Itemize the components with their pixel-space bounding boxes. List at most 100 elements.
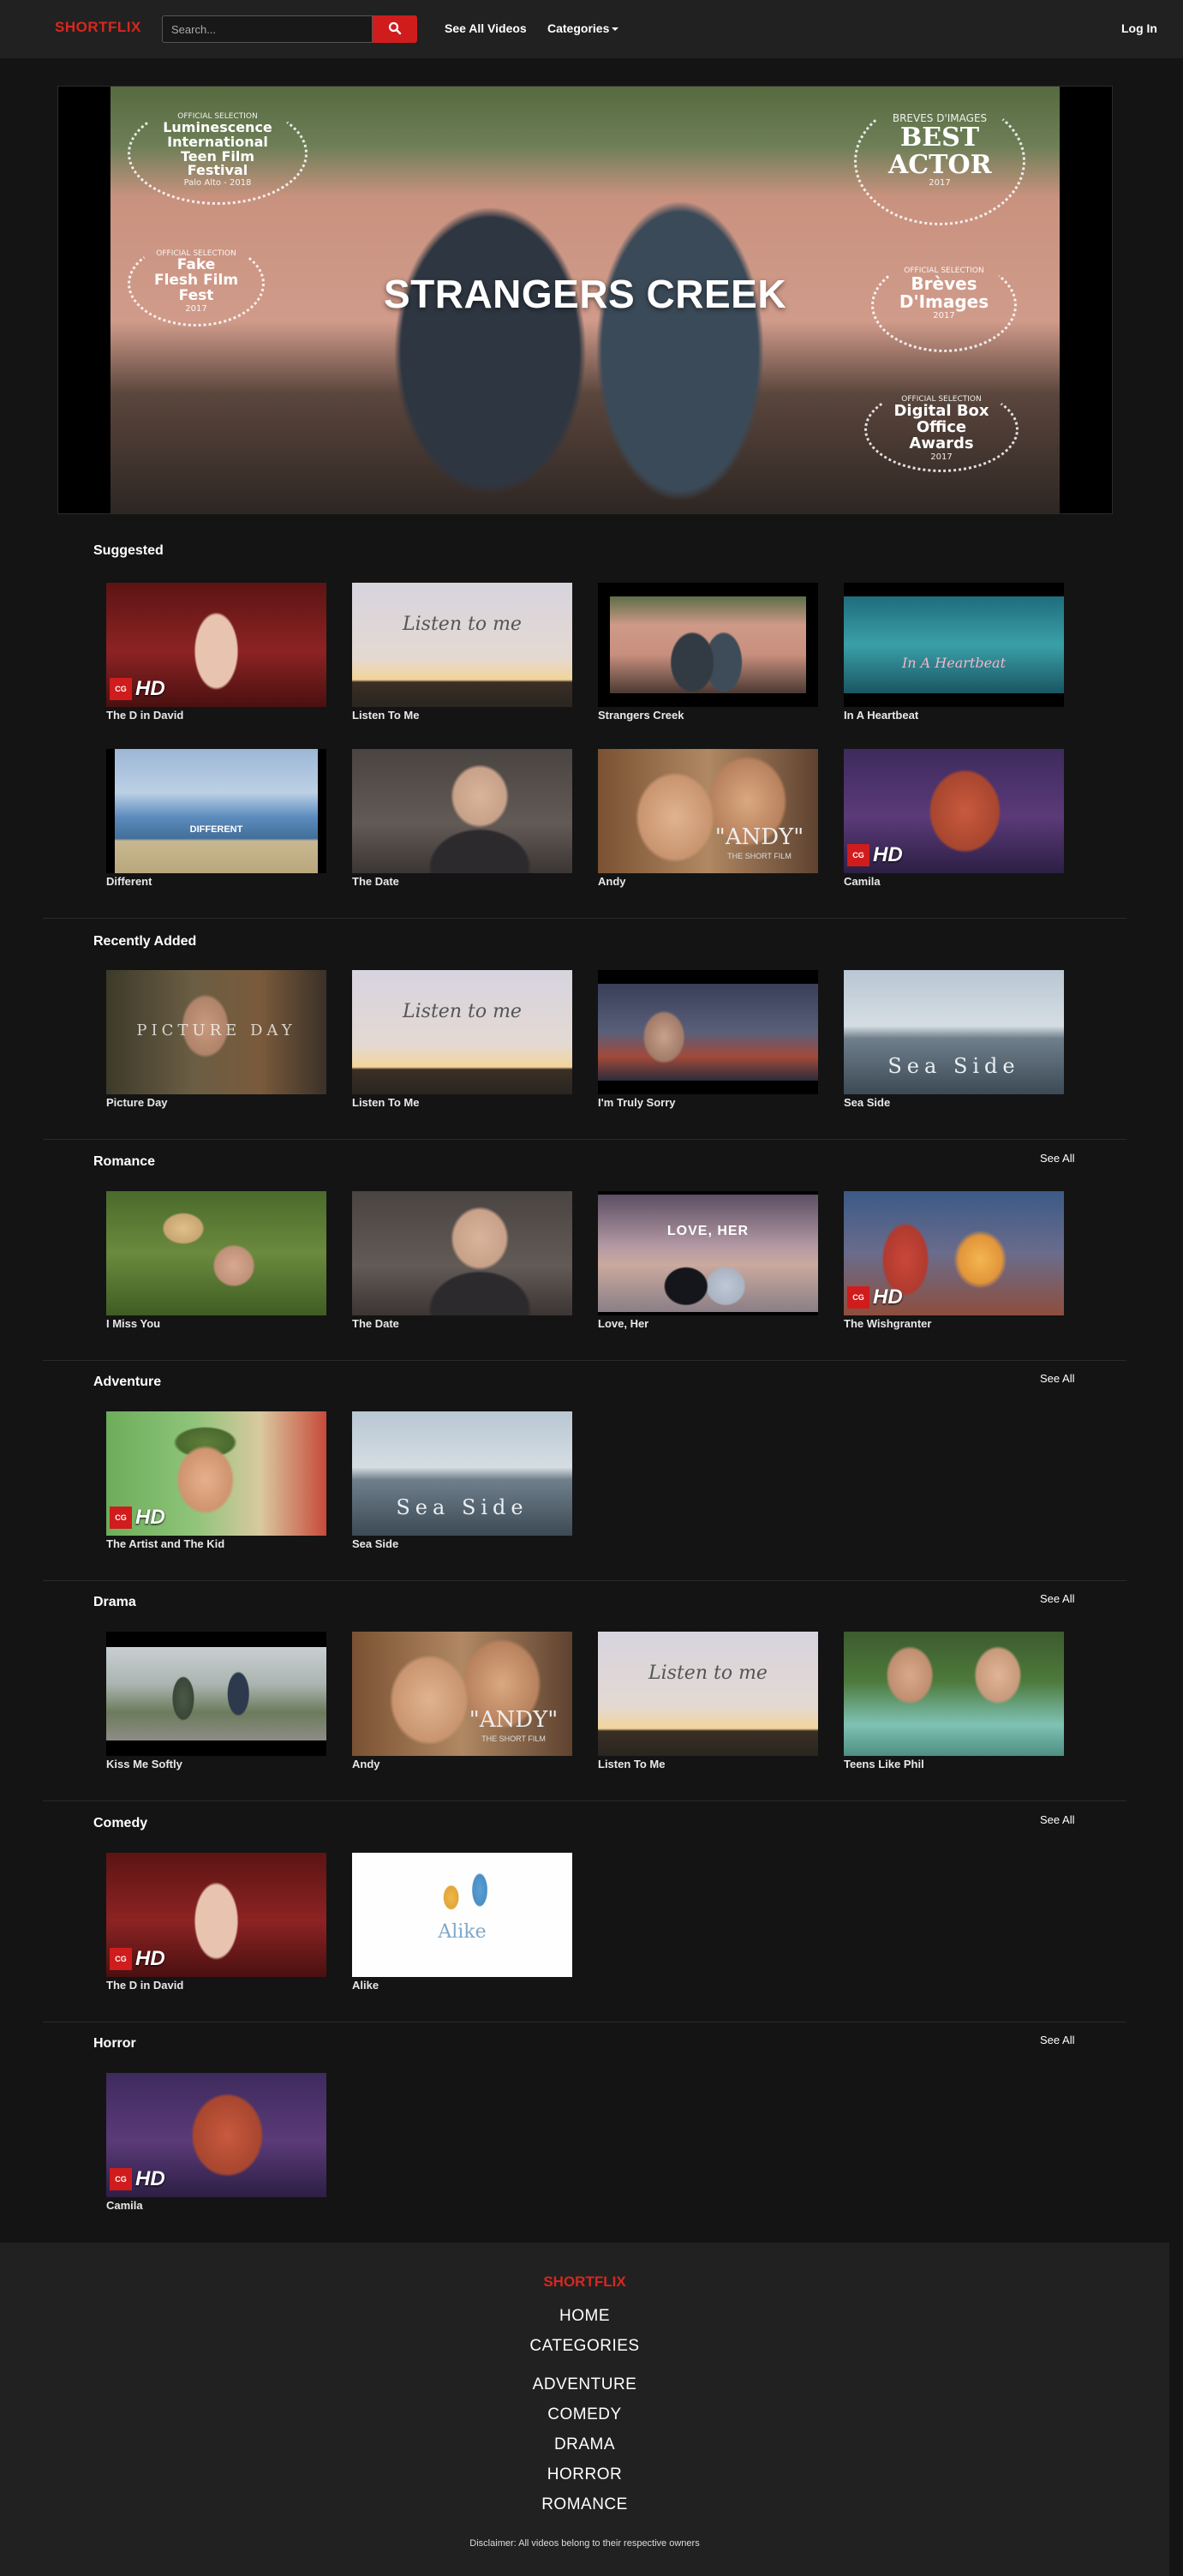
hero-banner[interactable]: OFFICIAL SELECTION Luminescence Internat… [57, 86, 1113, 514]
video-title[interactable]: Teens Like Phil [844, 1758, 1064, 1770]
see-all-horror-link[interactable]: See All [1040, 2034, 1074, 2046]
footer-link-home[interactable]: HOME [0, 2307, 1169, 2326]
footer-link-drama[interactable]: DRAMA [0, 2435, 1169, 2454]
video-thumbnail: Alike [352, 1853, 572, 1977]
video-title[interactable]: In A Heartbeat [844, 709, 1064, 722]
footer-link-comedy[interactable]: COMEDY [0, 2405, 1169, 2424]
section-title-adventure: Adventure [93, 1375, 162, 1389]
video-title[interactable]: I'm Truly Sorry [598, 1096, 818, 1109]
video-card-sea-side[interactable]: Sea Side Sea Side [844, 970, 1064, 1109]
video-title[interactable]: The Artist and The Kid [106, 1537, 326, 1550]
video-card-the-d-in-david[interactable]: CG HD The D in David [106, 583, 326, 722]
categories-dropdown[interactable]: Categories [547, 21, 619, 35]
cg-hd-badge: CG HD [847, 843, 903, 866]
laurel-digital-box-office: OFFICIAL SELECTION Digital Box Office Aw… [864, 386, 1019, 472]
video-title[interactable]: Sea Side [844, 1096, 1064, 1109]
video-thumbnail [352, 749, 572, 873]
video-thumbnail: CG HD [106, 2073, 326, 2197]
video-card-different[interactable]: DIFFERENT Different [106, 749, 326, 888]
video-card-the-date-2[interactable]: The Date [352, 1191, 572, 1330]
video-card-kiss-me-softly[interactable]: Kiss Me Softly [106, 1632, 326, 1770]
video-thumbnail [598, 970, 818, 1094]
section-title-drama: Drama [93, 1595, 136, 1609]
section-divider [43, 1580, 1126, 1581]
video-title[interactable]: Kiss Me Softly [106, 1758, 326, 1770]
video-title[interactable]: Listen To Me [352, 709, 572, 722]
search-input[interactable] [162, 15, 373, 43]
video-card-the-d-in-david-2[interactable]: CG HD The D in David [106, 1853, 326, 1992]
video-card-in-a-heartbeat[interactable]: In A Heartbeat In A Heartbeat [844, 583, 1064, 722]
brand-logo[interactable]: SHORTFLIX [55, 19, 141, 36]
footer-disclaimer: Disclaimer: All videos belong to their r… [469, 2538, 700, 2549]
video-card-the-wishgranter[interactable]: CG HD The Wishgranter [844, 1191, 1064, 1330]
video-card-camila[interactable]: CG HD Camila [844, 749, 1064, 888]
video-card-andy[interactable]: "ANDY" THE SHORT FILM Andy [598, 749, 818, 888]
footer-link-horror[interactable]: HORROR [0, 2465, 1169, 2484]
video-card-the-date[interactable]: The Date [352, 749, 572, 888]
login-link[interactable]: Log In [1121, 21, 1157, 35]
search-button[interactable] [373, 15, 417, 43]
video-title[interactable]: Listen To Me [598, 1758, 818, 1770]
video-thumbnail: Listen to me [352, 583, 572, 707]
video-title[interactable]: Alike [352, 1979, 572, 1992]
video-card-listen-to-me-3[interactable]: Listen to me Listen To Me [598, 1632, 818, 1770]
top-navbar: SHORTFLIX See All Videos Categories Log … [0, 0, 1183, 58]
see-all-comedy-link[interactable]: See All [1040, 1813, 1074, 1826]
video-card-alike[interactable]: Alike Alike [352, 1853, 572, 1992]
video-card-im-truly-sorry[interactable]: I'm Truly Sorry [598, 970, 818, 1109]
video-card-andy-2[interactable]: "ANDY" THE SHORT FILM Andy [352, 1632, 572, 1770]
see-all-adventure-link[interactable]: See All [1040, 1372, 1074, 1385]
footer-link-categories[interactable]: CATEGORIES [0, 2337, 1169, 2356]
video-title[interactable]: The D in David [106, 1979, 326, 1992]
video-thumbnail [106, 1632, 326, 1756]
cg-hd-badge: CG HD [110, 1506, 165, 1529]
video-card-listen-to-me-2[interactable]: Listen to me Listen To Me [352, 970, 572, 1109]
video-title[interactable]: Camila [106, 2199, 326, 2212]
video-title[interactable]: The D in David [106, 709, 326, 722]
video-thumbnail [106, 1191, 326, 1315]
video-title[interactable]: Listen To Me [352, 1096, 572, 1109]
video-title[interactable]: The Date [352, 875, 572, 888]
video-card-i-miss-you[interactable]: I Miss You [106, 1191, 326, 1330]
video-card-sea-side-2[interactable]: Sea Side Sea Side [352, 1411, 572, 1550]
see-all-drama-link[interactable]: See All [1040, 1592, 1074, 1605]
video-title[interactable]: I Miss You [106, 1317, 326, 1330]
section-divider [43, 918, 1126, 919]
see-all-videos-link[interactable]: See All Videos [445, 21, 527, 35]
video-title[interactable]: Andy [352, 1758, 572, 1770]
video-card-picture-day[interactable]: PICTURE DAY Picture Day [106, 970, 326, 1109]
video-card-teens-like-phil[interactable]: Teens Like Phil [844, 1632, 1064, 1770]
footer-link-adventure[interactable]: ADVENTURE [0, 2375, 1169, 2394]
video-thumbnail: Listen to me [598, 1632, 818, 1756]
video-card-the-artist-and-the-kid[interactable]: CG HD The Artist and The Kid [106, 1411, 326, 1550]
video-thumbnail: LOVE, HER [598, 1191, 818, 1315]
video-title[interactable]: Andy [598, 875, 818, 888]
video-title[interactable]: Camila [844, 875, 1064, 888]
video-title[interactable]: Sea Side [352, 1537, 572, 1550]
cg-hd-badge: CG HD [847, 1285, 903, 1309]
section-title-suggested: Suggested [93, 543, 164, 558]
footer-link-romance[interactable]: ROMANCE [0, 2495, 1169, 2514]
video-title[interactable]: Strangers Creek [598, 709, 818, 722]
video-thumbnail: DIFFERENT [106, 749, 326, 873]
cg-hd-badge: CG HD [110, 677, 165, 700]
video-thumbnail: CG HD [106, 583, 326, 707]
video-card-camila-2[interactable]: CG HD Camila [106, 2073, 326, 2212]
video-card-listen-to-me[interactable]: Listen to me Listen To Me [352, 583, 572, 722]
see-all-romance-link[interactable]: See All [1040, 1152, 1074, 1165]
video-thumbnail: Sea Side [844, 970, 1064, 1094]
video-card-strangers-creek[interactable]: Strangers Creek [598, 583, 818, 722]
video-thumbnail [352, 1191, 572, 1315]
video-title[interactable]: The Wishgranter [844, 1317, 1064, 1330]
video-thumbnail: "ANDY" THE SHORT FILM [352, 1632, 572, 1756]
laurel-luminescence: OFFICIAL SELECTION Luminescence Internat… [128, 102, 308, 205]
footer-brand[interactable]: SHORTFLIX [0, 2273, 1169, 2291]
video-title[interactable]: Love, Her [598, 1317, 818, 1330]
video-thumbnail: CG HD [106, 1853, 326, 1977]
video-title[interactable]: Different [106, 875, 326, 888]
video-title[interactable]: The Date [352, 1317, 572, 1330]
video-thumbnail: CG HD [844, 749, 1064, 873]
section-title-romance: Romance [93, 1154, 156, 1169]
video-title[interactable]: Picture Day [106, 1096, 326, 1109]
video-card-love-her[interactable]: LOVE, HER Love, Her [598, 1191, 818, 1330]
